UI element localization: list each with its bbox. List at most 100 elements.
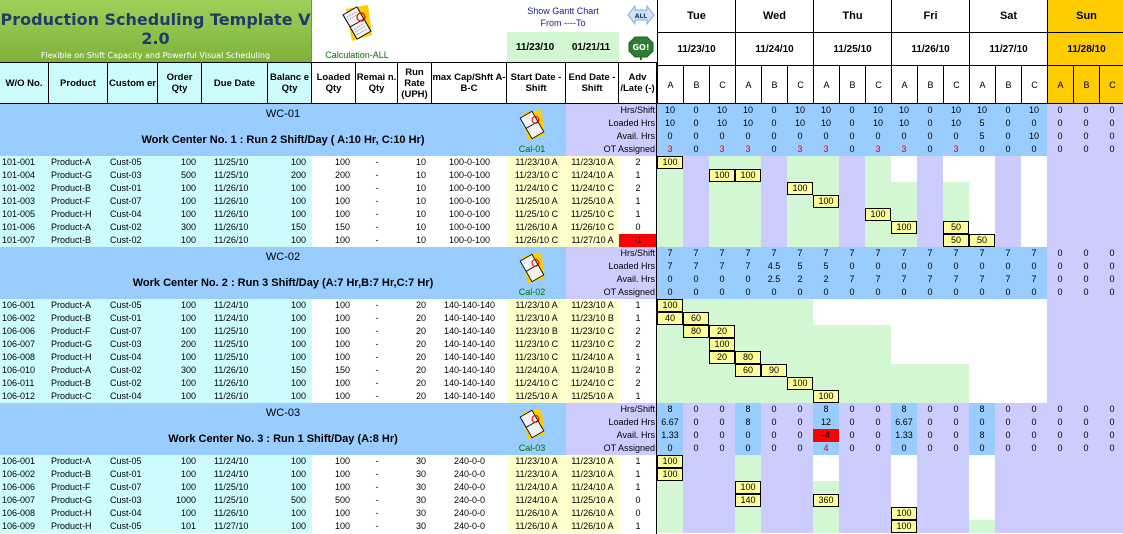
gantt-cell bbox=[995, 312, 1021, 325]
work-order-row[interactable]: 101-006 Product-A Cust-02 300 11/26/10 150 150… bbox=[0, 221, 657, 234]
work-order-row[interactable]: 101-003 Product-F Cust-07 100 11/26/10 100 100… bbox=[0, 195, 657, 208]
metric-hrs-shift: 0 bbox=[761, 104, 787, 117]
cell-adv: 0 bbox=[635, 222, 641, 232]
work-center-calc-button[interactable]: Cal-03 bbox=[512, 407, 552, 453]
gantt-cell bbox=[969, 312, 995, 325]
cell-end: 11/24/10 A bbox=[571, 170, 614, 180]
gantt-bar[interactable]: 360 bbox=[813, 494, 839, 507]
gantt-bar[interactable]: 100 bbox=[813, 390, 839, 403]
cell-order-qty: 100 bbox=[180, 352, 196, 362]
gantt-cell bbox=[657, 325, 683, 338]
gantt-cell bbox=[1099, 156, 1123, 169]
show-all-button[interactable]: ALL bbox=[627, 4, 655, 26]
gantt-bar[interactable]: 100 bbox=[735, 169, 761, 182]
gantt-bar[interactable]: 40 bbox=[657, 312, 683, 325]
gantt-bar[interactable]: 100 bbox=[891, 520, 917, 533]
metric-hrs-shift: 7 bbox=[943, 247, 969, 260]
gantt-bar[interactable]: 100 bbox=[787, 377, 813, 390]
work-order-row[interactable]: 106-001 Product-A Cust-05 100 11/24/10 100 100… bbox=[0, 455, 657, 468]
cell-wo: 101-007 bbox=[2, 235, 36, 245]
gantt-bar[interactable]: 100 bbox=[891, 221, 917, 234]
gantt-bar[interactable]: 100 bbox=[657, 455, 683, 468]
cell-due: 11/24/10 bbox=[214, 456, 249, 466]
work-order-row[interactable]: 106-010 Product-A Cust-02 300 11/26/10 150 150… bbox=[0, 364, 657, 377]
gantt-from-date[interactable]: 11/23/10 bbox=[516, 42, 554, 53]
work-center-calc-button[interactable]: Cal-02 bbox=[512, 251, 552, 297]
gantt-bar[interactable]: 100 bbox=[709, 338, 735, 351]
metric-hrs-shift: 10 bbox=[865, 104, 891, 117]
gantt-bar[interactable]: 100 bbox=[657, 468, 683, 481]
gantt-bar[interactable]: 20 bbox=[709, 325, 735, 338]
work-order-row[interactable]: 106-008 Product-H Cust-04 100 11/26/10 100 100… bbox=[0, 507, 657, 520]
work-order-row[interactable]: 101-005 Product-H Cust-04 100 11/26/10 100 100… bbox=[0, 208, 657, 221]
work-order-row[interactable]: 106-006 Product-F Cust-07 100 11/25/10 100 100… bbox=[0, 481, 657, 494]
gantt-bar[interactable]: 80 bbox=[735, 351, 761, 364]
work-order-row[interactable]: 106-002 Product-B Cust-01 100 11/24/10 100 100… bbox=[0, 468, 657, 481]
gantt-bar[interactable]: 100 bbox=[657, 156, 683, 169]
gantt-bar[interactable]: 50 bbox=[969, 234, 995, 247]
cell-order-qty: 100 bbox=[180, 183, 196, 193]
gantt-cell bbox=[1047, 169, 1073, 182]
work-order-row[interactable]: 106-008 Product-H Cust-04 100 11/25/10 100 100… bbox=[0, 351, 657, 364]
metric-ot-assigned: 0 bbox=[1021, 442, 1047, 455]
gantt-bar[interactable]: 50 bbox=[943, 221, 969, 234]
metric-ot-assigned: 0 bbox=[969, 442, 995, 455]
work-center-calc-button[interactable]: Cal-01 bbox=[512, 108, 552, 154]
metric-ot-assigned: 0 bbox=[917, 286, 943, 299]
gantt-bar[interactable]: 20 bbox=[709, 351, 735, 364]
gantt-cell bbox=[943, 520, 969, 533]
cell-cap: 140-140-140 bbox=[443, 378, 496, 388]
gantt-cell bbox=[813, 377, 839, 390]
cell-remain: - bbox=[375, 391, 379, 401]
cell-product: Product-B bbox=[51, 183, 92, 193]
metric-ot-assigned: 0 bbox=[709, 286, 735, 299]
gantt-bar[interactable]: 50 bbox=[943, 234, 969, 247]
work-order-row[interactable]: 106-009 Product-H Cust-05 101 11/27/10 100 100… bbox=[0, 520, 657, 533]
metric-hrs-shift: 7 bbox=[813, 247, 839, 260]
gantt-cell bbox=[1021, 325, 1047, 338]
cell-start: 11/23/10 C bbox=[514, 352, 559, 362]
gantt-bar[interactable]: 60 bbox=[735, 364, 761, 377]
gantt-cell bbox=[761, 520, 787, 533]
gantt-cell bbox=[995, 169, 1021, 182]
work-order-row[interactable]: 101-004 Product-G Cust-03 500 11/25/10 200 200… bbox=[0, 169, 657, 182]
metric-avail-hrs: 0 bbox=[813, 130, 839, 143]
work-order-row[interactable]: 106-002 Product-B Cust-01 100 11/24/10 100 100… bbox=[0, 312, 657, 325]
work-order-row[interactable]: 106-011 Product-B Cust-02 100 11/26/10 100 100… bbox=[0, 377, 657, 390]
work-order-row[interactable]: 101-002 Product-B Cust-01 100 11/26/10 100 100… bbox=[0, 182, 657, 195]
gantt-bar[interactable]: 100 bbox=[865, 208, 891, 221]
work-order-row[interactable]: 106-006 Product-F Cust-07 100 11/25/10 100 100… bbox=[0, 325, 657, 338]
gantt-bar[interactable]: 100 bbox=[813, 195, 839, 208]
cell-remain: - bbox=[375, 196, 379, 206]
cell-customer: Cust-04 bbox=[110, 391, 142, 401]
calculation-all-button[interactable]: Calculation-ALL bbox=[312, 0, 402, 62]
gantt-to-date[interactable]: 01/21/11 bbox=[572, 42, 610, 53]
gantt-cell bbox=[1099, 468, 1123, 481]
gantt-bar[interactable]: 100 bbox=[891, 507, 917, 520]
work-center-id: WC-01 bbox=[265, 108, 301, 120]
work-order-row[interactable]: 101-001 Product-A Cust-05 100 11/25/10 100 100… bbox=[0, 156, 657, 169]
work-order-row[interactable]: 106-007 Product-G Cust-03 1000 11/25/10 500 50… bbox=[0, 494, 657, 507]
gantt-bar[interactable]: 90 bbox=[761, 364, 787, 377]
metric-avail-hrs: 7 bbox=[917, 273, 943, 286]
cell-adv: 1 bbox=[635, 352, 641, 362]
cell-cap: 140-140-140 bbox=[443, 313, 496, 323]
gantt-bar[interactable]: 100 bbox=[735, 481, 761, 494]
gantt-bar[interactable]: 140 bbox=[735, 494, 761, 507]
go-button[interactable]: GO! bbox=[628, 36, 654, 60]
cell-end: 11/24/10 C bbox=[570, 378, 615, 388]
gantt-bar[interactable]: 100 bbox=[787, 182, 813, 195]
gantt-bar[interactable]: 80 bbox=[683, 325, 709, 338]
work-order-row[interactable]: 106-007 Product-G Cust-03 200 11/25/10 100 100… bbox=[0, 338, 657, 351]
gantt-cell bbox=[683, 507, 709, 520]
cell-remain: - bbox=[375, 378, 379, 388]
work-order-row[interactable]: 101-007 Product-B Cust-02 100 11/26/10 100 100… bbox=[0, 234, 657, 247]
gantt-cell bbox=[1047, 377, 1073, 390]
metric-loaded-hrs: 0 bbox=[917, 260, 943, 273]
work-order-row[interactable]: 106-012 Product-C Cust-04 100 11/26/10 100 100… bbox=[0, 390, 657, 403]
gantt-bar[interactable]: 60 bbox=[683, 312, 709, 325]
work-order-row[interactable]: 106-001 Product-A Cust-05 100 11/24/10 100 100… bbox=[0, 299, 657, 312]
gantt-cell bbox=[995, 390, 1021, 403]
gantt-bar[interactable]: 100 bbox=[709, 169, 735, 182]
gantt-bar[interactable]: 100 bbox=[657, 299, 683, 312]
